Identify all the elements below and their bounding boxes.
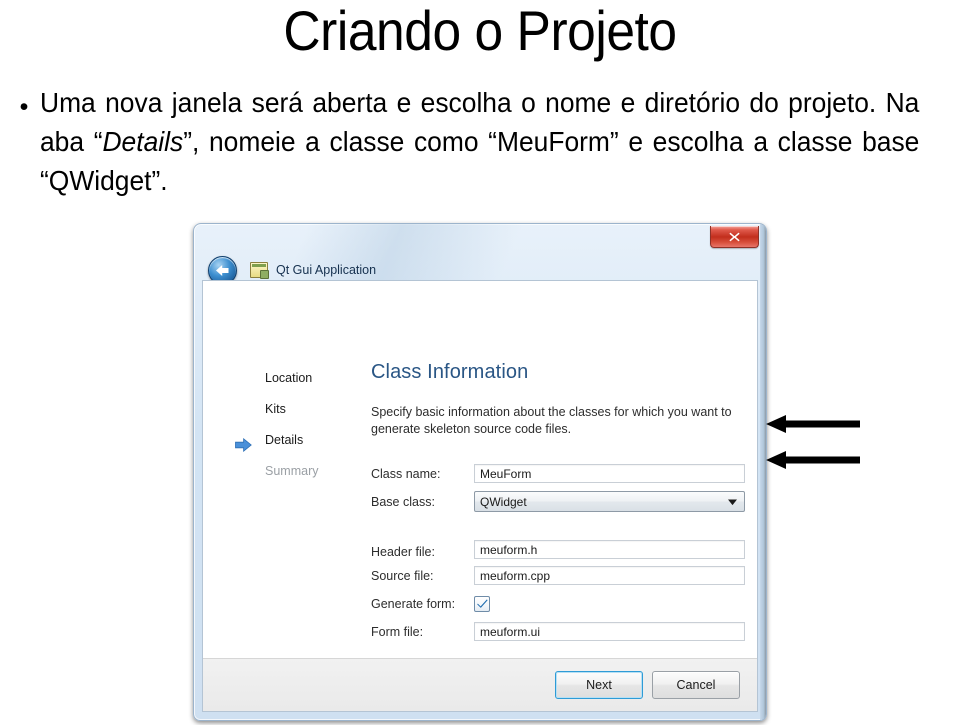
current-step-arrow-icon [235,433,252,464]
sidebar-item-kits[interactable]: Kits [251,394,371,425]
dialog-content-page: Location Kits Details Summary Class Info… [202,280,758,712]
cancel-button[interactable]: Cancel [652,671,740,699]
base-class-combobox[interactable]: QWidget [474,491,745,512]
base-class-value: QWidget [480,495,527,509]
form-row-generate-form: Generate form: [371,590,745,618]
sidebar-item-details[interactable]: Details [235,425,371,456]
dialog-button-bar: Next Cancel [203,658,757,711]
sidebar-item-location[interactable]: Location [251,363,371,394]
bullet-text: Uma nova janela será aberta e escolha o … [40,86,920,196]
form-row-source-file: Source file: meuform.cpp [371,562,745,590]
dialog-titlebar: Qt Gui Application [194,224,766,285]
generate-form-label: Generate form: [371,596,456,611]
window-right-edge [760,224,766,720]
form-row-form-file: Form file: meuform.ui [371,618,745,646]
next-button[interactable]: Next [555,671,643,699]
source-file-input[interactable]: meuform.cpp [474,566,745,585]
class-information-heading: Class Information [371,361,529,383]
dialog-body: Location Kits Details Summary Class Info… [203,281,757,658]
qt-window-icon [250,262,269,279]
pointer-arrow-base-class [766,449,860,471]
bullet-list-item: • Uma nova janela será aberta e escolha … [0,83,960,200]
form-file-label: Form file: [371,624,424,639]
sidebar-item-label: Location [265,371,313,385]
form-row-base-class: Base class: QWidget [371,488,745,516]
form-row-class-name: Class name: MeuForm [371,460,745,488]
class-information-description: Specify basic information about the clas… [371,405,732,436]
class-name-label: Class name: [371,466,441,481]
source-file-label: Source file: [371,568,434,583]
sidebar-item-label: Kits [265,402,286,416]
bullet-marker: • [19,92,29,121]
wizard-page-content: Class Information Specify basic informat… [371,281,745,646]
page-title: Criando o Projeto [283,0,677,62]
sidebar-item-label: Details [265,433,304,447]
generate-form-checkbox[interactable] [474,595,490,612]
class-information-form: Class name: MeuForm Base class: QWidget [371,460,745,646]
chevron-down-icon [728,491,737,512]
sidebar-item-label: Summary [265,464,319,478]
close-button[interactable] [710,226,759,248]
base-class-label: Base class: [371,494,435,509]
wizard-step-list: Location Kits Details Summary [235,363,371,487]
form-file-input[interactable]: meuform.ui [474,622,745,641]
pointer-arrow-class-name [766,413,860,435]
sidebar-item-summary[interactable]: Summary [251,456,371,487]
class-name-input[interactable]: MeuForm [474,464,745,483]
qt-wizard-screenshot: Qt Gui Application Location Kits Details… [193,223,767,721]
form-row-header-file: Header file: meuform.h [371,516,745,562]
dialog-app-title: Qt Gui Application [276,263,377,277]
header-file-label: Header file: [371,544,435,559]
header-file-input[interactable]: meuform.h [474,539,745,559]
dialog-window: Qt Gui Application Location Kits Details… [193,223,767,721]
